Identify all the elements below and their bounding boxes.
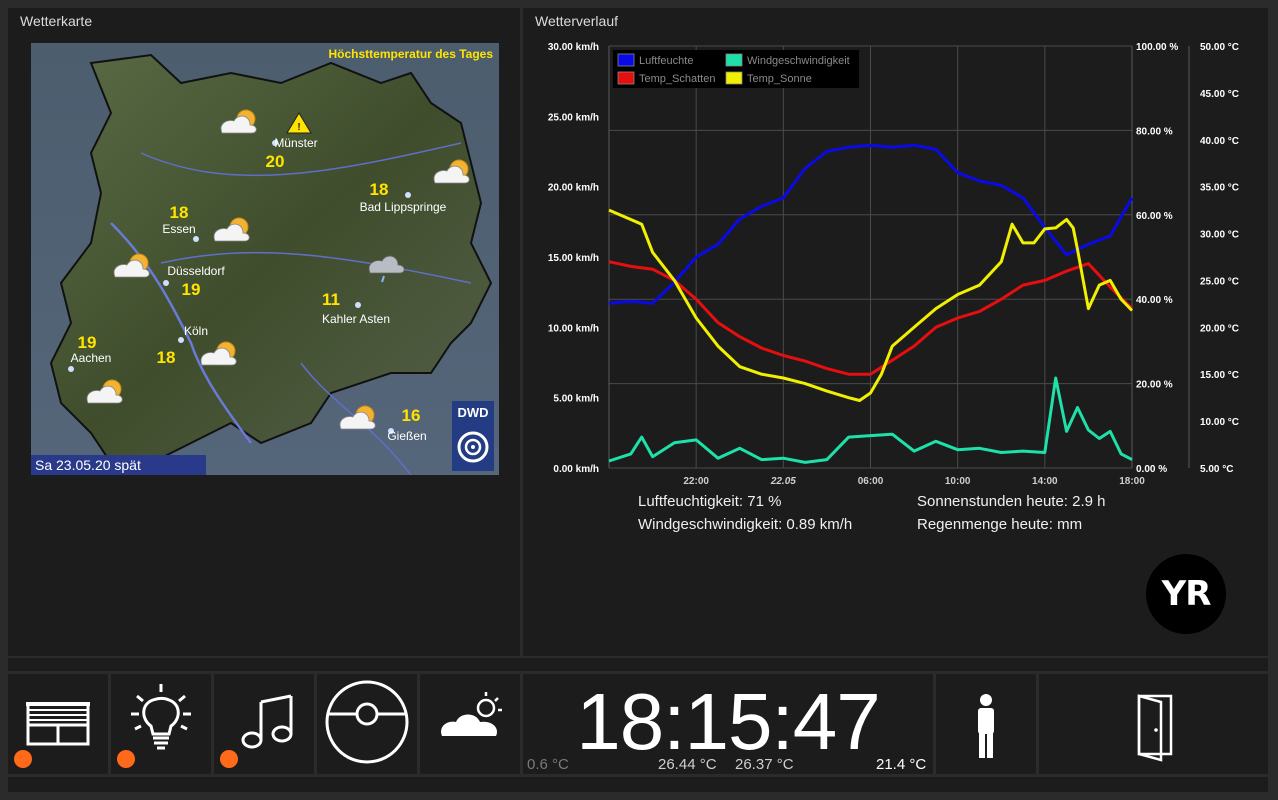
yr-logo-text: YR	[1161, 574, 1212, 614]
temperature-axis-tick: 5.00 °C	[1200, 464, 1233, 475]
person-icon	[978, 694, 994, 758]
lights-button[interactable]	[111, 674, 211, 774]
outdoor-temperature: 0.6 °C	[527, 756, 569, 773]
legend-label: Luftfeuchte	[639, 55, 693, 67]
music-status-indicator	[220, 750, 238, 768]
map-header: Höchsttemperatur des Tages	[329, 47, 494, 61]
humidity-axis-tick: 80.00 %	[1136, 126, 1173, 137]
city-marker	[163, 280, 169, 286]
x-axis-tick: 18:00	[1119, 476, 1145, 486]
legend-label: Temp_Schatten	[639, 73, 715, 85]
city-name: Münster	[274, 136, 317, 150]
blinds-button[interactable]	[8, 674, 108, 774]
x-axis-tick: 22.05	[770, 476, 796, 486]
wind-axis-tick: 0.00 km/h	[553, 464, 599, 475]
city-name: Köln	[184, 324, 208, 338]
city-temperature: 19	[78, 333, 97, 352]
temperature-axis-tick: 35.00 °C	[1200, 183, 1239, 194]
city-name: Gießen	[387, 429, 426, 443]
clock-time: 18:15:47	[576, 677, 880, 766]
temperature-axis-tick: 40.00 °C	[1200, 136, 1239, 147]
map-date-label: Sa 23.05.20 spät	[35, 457, 141, 473]
weather-map[interactable]: Höchsttemperatur des Tages ! Münster 20 Ba…	[31, 43, 499, 475]
wind-axis-tick: 25.00 km/h	[548, 112, 599, 123]
humidity-axis-tick: 0.00 %	[1136, 464, 1167, 475]
robot-vacuum-icon	[325, 680, 409, 764]
temperature-axis-tick: 20.00 °C	[1200, 323, 1239, 334]
legend-label: Temp_Sonne	[747, 73, 812, 85]
city-temperature: 19	[182, 280, 201, 299]
separator-bar	[8, 658, 1268, 671]
wind-axis-tick: 10.00 km/h	[548, 323, 599, 334]
lights-status-indicator	[117, 750, 135, 768]
city-temperature: 18	[370, 180, 389, 199]
music-button[interactable]	[214, 674, 314, 774]
temperature-axis-tick: 45.00 °C	[1200, 89, 1239, 100]
wind-axis-tick: 15.00 km/h	[548, 253, 599, 264]
temperature-axis-tick: 15.00 °C	[1200, 370, 1239, 381]
humidity-axis-tick: 60.00 %	[1136, 211, 1173, 222]
weather-cloud-sun-icon	[441, 692, 502, 736]
weather-chart[interactable]: 0.00 km/h 5.00 km/h 10.00 km/h 15.00 km/h 20…	[523, 36, 1268, 486]
temperature-axis-tick: 10.00 °C	[1200, 417, 1239, 428]
city-temperature: 18	[157, 348, 176, 367]
humidity-stat: Luftfeuchtigkeit: 71 %	[638, 493, 782, 510]
door-icon	[1137, 694, 1173, 762]
chart-panel-title: Wetterverlauf	[535, 13, 618, 29]
city-marker	[405, 192, 411, 198]
x-axis-tick: 14:00	[1032, 476, 1058, 486]
x-axis-tick: 22:00	[683, 476, 709, 486]
legend-swatch	[617, 71, 635, 85]
sunshine-stat: Sonnenstunden heute: 2.9 h	[917, 493, 1106, 510]
legend-label: Windgeschwindigkeit	[747, 55, 850, 67]
temperature-axis-tick: 25.00 °C	[1200, 276, 1239, 287]
yr-logo[interactable]: YR	[1146, 554, 1226, 634]
weather-button[interactable]	[420, 674, 520, 774]
clock-tile: 18:15:47 0.6 °C 26.44 °C 26.37 °C 21.4 °…	[523, 674, 933, 774]
x-axis-tick: 10:00	[945, 476, 971, 486]
temperature-axis-tick: 50.00 °C	[1200, 42, 1239, 53]
wind-axis-tick: 20.00 km/h	[548, 183, 599, 194]
bottom-strip	[8, 777, 1268, 792]
city-temperature: 18	[170, 203, 189, 222]
legend-swatch	[725, 71, 743, 85]
city-name: Kahler Asten	[322, 312, 390, 326]
city-name: Aachen	[71, 351, 112, 365]
city-marker	[68, 366, 74, 372]
city-temperature: 11	[322, 290, 340, 309]
blinds-status-indicator	[14, 750, 32, 768]
temperature-axis-tick: 30.00 °C	[1200, 230, 1239, 241]
city-name: Bad Lippspringe	[360, 200, 447, 214]
city-name: Düsseldorf	[167, 264, 225, 278]
wind-axis-tick: 30.00 km/h	[548, 42, 599, 53]
presence-button[interactable]	[936, 674, 1036, 774]
legend-swatch	[725, 53, 743, 67]
city-temperature: 16	[402, 406, 421, 425]
legend-swatch	[617, 53, 635, 67]
weather-map-panel: Wetterkarte Höchsttemperatur des Tages !…	[8, 8, 520, 656]
humidity-axis-tick: 20.00 %	[1136, 380, 1173, 391]
indoor-temperature: 21.4 °C	[876, 756, 927, 773]
city-name: Essen	[162, 222, 195, 236]
city-marker	[193, 236, 199, 242]
temperature-b: 26.37 °C	[735, 756, 794, 773]
weather-history-panel: Wetterverlauf 0.00 km/h 5.00 km/h 10.00 km…	[523, 8, 1268, 656]
humidity-axis-tick: 40.00 %	[1136, 295, 1173, 306]
door-button[interactable]	[1039, 674, 1268, 774]
svg-text:DWD: DWD	[457, 405, 488, 420]
humidity-axis-tick: 100.00 %	[1136, 42, 1178, 53]
vacuum-button[interactable]	[317, 674, 417, 774]
svg-text:!: !	[297, 122, 300, 133]
wind-stat: Windgeschwindigkeit: 0.89 km/h	[638, 516, 853, 533]
temperature-a: 26.44 °C	[658, 756, 717, 773]
x-axis-tick: 06:00	[858, 476, 884, 486]
chart-legend: Luftfeuchte Windgeschwindigkeit Temp_Schat…	[613, 50, 859, 88]
map-panel-title: Wetterkarte	[20, 13, 93, 29]
dwd-logo: DWD	[452, 401, 494, 471]
wind-axis-tick: 5.00 km/h	[553, 394, 599, 405]
city-temperature: 20	[266, 152, 285, 171]
city-marker	[355, 302, 361, 308]
rain-stat: Regenmenge heute: mm	[917, 516, 1083, 533]
